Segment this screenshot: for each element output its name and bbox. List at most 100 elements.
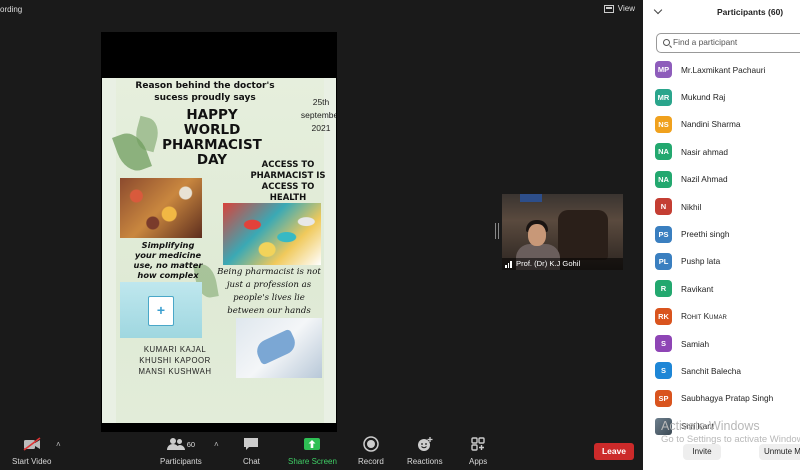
- search-icon: [663, 39, 670, 46]
- participant-row[interactable]: MR Mukund Raj: [643, 83, 800, 110]
- panel-title: Participants (60): [717, 7, 784, 17]
- leave-button[interactable]: Leave: [594, 443, 634, 460]
- participant-name: Sanchit Balecha: [681, 365, 741, 376]
- chat-label: Chat: [243, 457, 260, 466]
- pills-image: [120, 178, 202, 238]
- access-line: ACCESS TO: [261, 182, 315, 192]
- participants-icon: 60: [166, 434, 196, 454]
- participant-name: Mr.Laxmikant Pachauri: [681, 64, 766, 75]
- glove-shape: [253, 328, 299, 366]
- search-input[interactable]: [673, 37, 800, 47]
- participant-search[interactable]: [656, 33, 800, 53]
- view-label: View: [617, 4, 635, 13]
- participant-row[interactable]: PS Preethi singh: [643, 220, 800, 247]
- start-video-button[interactable]: Start Video: [12, 434, 51, 466]
- video-shelf: [520, 194, 542, 202]
- participant-name: Preethi singh: [681, 229, 730, 240]
- chat-button[interactable]: Chat: [243, 434, 260, 466]
- video-off-icon: [23, 434, 41, 454]
- participant-row[interactable]: NA Nazil Ahmad: [643, 166, 800, 193]
- being-line: just a profession as: [226, 280, 312, 290]
- being-line: Being pharmacist is not: [217, 267, 321, 277]
- record-button[interactable]: Record: [358, 434, 384, 466]
- participant-name: Mukund Raj: [681, 92, 726, 103]
- panel-footer: Shri Kant Activate Windows Go to Setting…: [643, 414, 800, 470]
- record-label: Record: [358, 457, 384, 466]
- avatar: NA: [655, 143, 672, 161]
- being-line: between our hands: [227, 306, 311, 316]
- title-line: HAPPY: [186, 107, 238, 123]
- date-day: 25th: [312, 97, 330, 107]
- medicine-illustration: [120, 282, 202, 338]
- start-video-label: Start Video: [12, 457, 52, 466]
- participant-name: Samiah: [681, 338, 710, 349]
- collapse-chevron-icon[interactable]: [653, 5, 663, 15]
- participants-options-chevron-icon[interactable]: ˄: [214, 440, 219, 449]
- participant-row[interactable]: NS Nandini Sharma: [643, 111, 800, 138]
- author-name: KHUSHI KAPOOR: [139, 356, 211, 365]
- participant-row[interactable]: R Ravikant: [643, 275, 800, 302]
- date-year: 2021: [311, 123, 331, 133]
- participant-row[interactable]: PL Pushp lata: [643, 248, 800, 275]
- poster-canvas: Reason behind the doctor's sucess proudl…: [112, 78, 336, 423]
- video-options-chevron-icon[interactable]: ˄: [56, 440, 61, 449]
- access-line: PHARMACIST IS: [250, 171, 326, 181]
- meeting-area: ording View Reason behind the doctor's s…: [0, 0, 643, 434]
- pharmacist-day-poster: Reason behind the doctor's sucess proudl…: [102, 78, 336, 423]
- participant-row[interactable]: NA Nasir ahmad: [643, 138, 800, 165]
- avatar: R: [655, 280, 672, 298]
- zoom-window: ording View Reason behind the doctor's s…: [0, 0, 800, 470]
- share-screen-label: Share Screen: [288, 457, 337, 466]
- participant-row[interactable]: SP Saubhagya Pratap Singh: [643, 385, 800, 412]
- poster-date: 25th september 2021: [296, 96, 336, 135]
- video-person-face: [528, 224, 546, 246]
- grid-view-icon: [603, 4, 614, 13]
- participants-button[interactable]: 60 Participants: [160, 434, 202, 466]
- participant-video[interactable]: Prof. (Dr) K.J Gohil: [502, 194, 623, 270]
- splitter-handle[interactable]: [495, 223, 499, 239]
- participant-row[interactable]: N Nikhil: [643, 193, 800, 220]
- participant-list: MP Mr.Laxmikant Pachauri MR Mukund Raj NS N…: [643, 56, 800, 412]
- avatar: S: [655, 335, 672, 353]
- panel-header: Participants (60): [643, 0, 800, 26]
- participant-name: Pushp lata: [681, 256, 721, 267]
- author-name: MANSI KUSHWAH: [138, 367, 212, 376]
- title-line: PHARMACIST: [162, 137, 262, 153]
- shared-screen: Reason behind the doctor's sucess proudl…: [101, 32, 337, 434]
- gloved-hand-image: [236, 318, 322, 378]
- participant-row[interactable]: S Sanchit Balecha: [643, 357, 800, 384]
- poster-heading: Reason behind the doctor's sucess proudl…: [135, 81, 275, 103]
- poster-being-text: Being pharmacist is not just a professio…: [212, 266, 326, 318]
- participants-panel: Participants (60) MP Mr.Laxmikant Pachaur…: [643, 0, 800, 470]
- poster-title: HAPPY WORLD PHARMACIST DAY: [162, 108, 262, 168]
- access-line: ACCESS TO: [261, 160, 315, 170]
- unmute-me-button[interactable]: Unmute Me: [759, 444, 800, 460]
- participant-name: Ravikant: [681, 283, 714, 294]
- meeting-toolbar: Start Video ˄ 60 Participants ˄ Chat Sha…: [0, 432, 643, 470]
- medicine-box-icon: [148, 296, 174, 326]
- apps-button[interactable]: Apps: [469, 434, 487, 466]
- avatar: MR: [655, 88, 672, 106]
- simplify-line: how complex: [137, 270, 199, 280]
- participant-name: Saubhagya Pratap Singh: [681, 393, 774, 404]
- share-screen-icon: [303, 434, 321, 454]
- invite-button[interactable]: Invite: [683, 444, 721, 460]
- share-screen-button[interactable]: Share Screen: [288, 434, 337, 466]
- view-button[interactable]: View: [603, 4, 635, 13]
- simplify-line: Simplifying: [141, 240, 195, 250]
- title-line: WORLD: [183, 122, 241, 138]
- poster-access-text: ACCESS TO PHARMACIST IS ACCESS TO HEALTH: [238, 160, 336, 204]
- avatar: NA: [655, 170, 672, 188]
- participant-name: Nasir ahmad: [681, 146, 729, 157]
- avatar: MP: [655, 61, 672, 79]
- participant-row[interactable]: S Samiah: [643, 330, 800, 357]
- participants-label: Participants: [160, 457, 202, 466]
- participants-count: 60: [186, 439, 196, 449]
- recording-indicator: ording: [0, 5, 23, 14]
- participant-row[interactable]: RK Rohit Kumar: [643, 303, 800, 330]
- participant-row[interactable]: MP Mr.Laxmikant Pachauri: [643, 56, 800, 83]
- participant-name: Rohit Kumar: [681, 311, 727, 322]
- reactions-label: Reactions: [407, 457, 443, 466]
- reactions-button[interactable]: Reactions: [407, 434, 443, 466]
- capsules-image: [223, 203, 321, 265]
